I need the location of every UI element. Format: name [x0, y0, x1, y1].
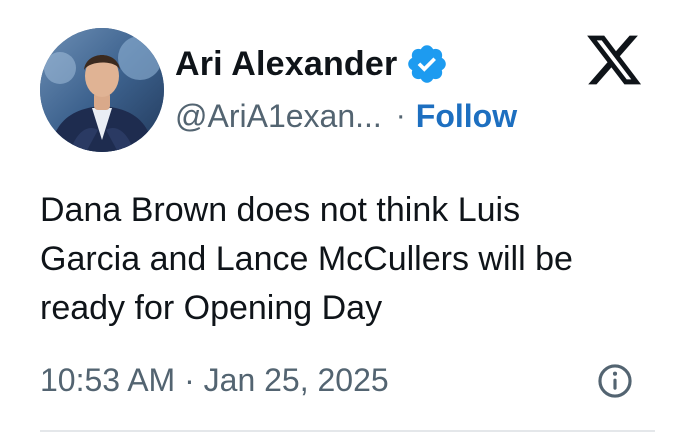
- avatar-photo: [40, 28, 164, 152]
- tweet-card: Ari Alexander @AriA1exan... · Follow Dan…: [0, 0, 690, 433]
- author-handle[interactable]: @AriA1exan...: [175, 98, 382, 135]
- tweet-meta: 10:53 AM · Jan 25, 2025: [40, 356, 389, 404]
- x-logo-icon[interactable]: [583, 30, 645, 90]
- tweet-timestamp[interactable]: 10:53 AM · Jan 25, 2025: [40, 362, 389, 399]
- divider: [40, 430, 655, 432]
- info-icon[interactable]: [596, 362, 634, 400]
- verified-badge-icon: [405, 42, 449, 86]
- author-display-name[interactable]: Ari Alexander: [175, 45, 397, 84]
- separator-dot: ·: [395, 99, 406, 132]
- tweet-text: Dana Brown does not think Luis Garcia an…: [40, 191, 573, 327]
- avatar[interactable]: [40, 28, 164, 152]
- follow-button[interactable]: Follow: [416, 98, 517, 135]
- author-handle-row: @AriA1exan... · Follow: [175, 94, 517, 138]
- author-name-row: Ari Alexander: [175, 40, 449, 88]
